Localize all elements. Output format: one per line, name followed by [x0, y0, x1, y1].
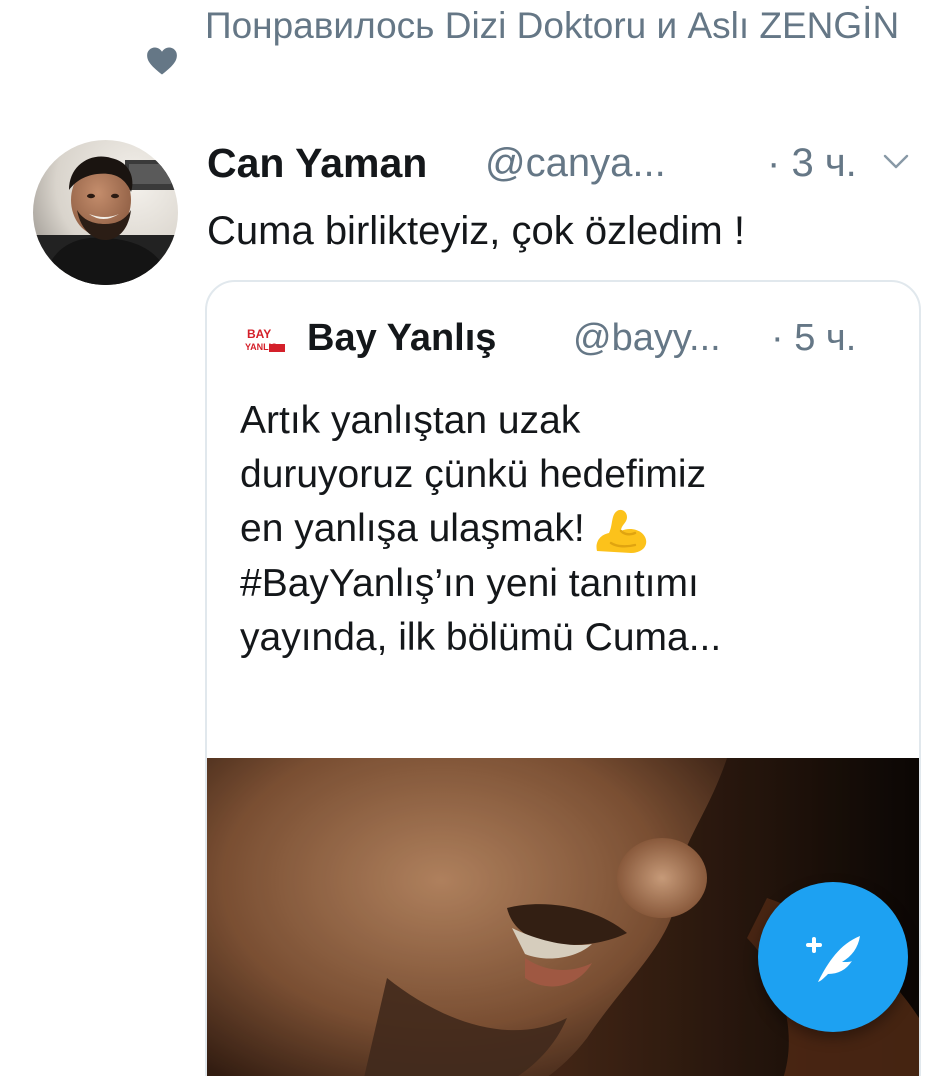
quoted-time-value: 5 ч.: [794, 317, 857, 359]
bay-yanlis-logo: BAY YANLIŞ: [243, 318, 287, 362]
bottom-divider: [0, 1076, 950, 1080]
quoted-time-separator: ·: [771, 317, 784, 359]
flexed-biceps-emoji-icon: [596, 509, 646, 553]
social-context-text[interactable]: Понравилось Dizi Doktoru и Aslı ZENGİN: [205, 2, 935, 50]
quoted-tweet-header: BAY YANLIŞ Bay Yanlış @bayy... · 5 ч.: [243, 310, 903, 366]
time-value: 3 ч.: [791, 141, 857, 185]
quoted-text-line: en yanlışa ulaşmak!: [240, 507, 585, 550]
quoted-author-handle[interactable]: @bayy...: [573, 310, 721, 366]
compose-tweet-icon: [806, 936, 860, 982]
quoted-author-name[interactable]: Bay Yanlış: [307, 310, 496, 366]
tweet-text: Cuma birlikteyiz, çok özledim !: [207, 209, 745, 253]
heart-icon: [147, 47, 177, 75]
compose-tweet-button[interactable]: [758, 882, 908, 1032]
quoted-tweet-time[interactable]: · 5 ч.: [771, 310, 856, 366]
quoted-text-line: Artık yanlıştan uzak: [240, 399, 581, 442]
author-handle[interactable]: @canya...: [485, 136, 666, 190]
chevron-down-icon[interactable]: [883, 154, 909, 170]
quoted-tweet-text: Artık yanlıştan uzak duruyoruz çünkü hed…: [240, 394, 900, 665]
avatar[interactable]: [33, 140, 178, 285]
quoted-text-line-with-emoji: en yanlışa ulaşmak!: [240, 502, 900, 557]
quoted-text-line: duruyoruz çünkü hedefimiz: [240, 453, 707, 496]
tweet-time[interactable]: · 3 ч.: [767, 136, 857, 190]
tweet-header: Can Yaman @canya... · 3 ч.: [207, 136, 927, 192]
timeline: Понравилось Dizi Doktoru и Aslı ZENGİN C…: [0, 0, 950, 1080]
svg-text:BAY: BAY: [247, 327, 271, 341]
quoted-text-line[interactable]: #BayYanlış’ın yeni tanıtımı: [240, 557, 900, 611]
time-separator: ·: [767, 141, 781, 185]
author-name[interactable]: Can Yaman: [207, 136, 427, 190]
quoted-text-line: yayında, ilk bölümü Cuma...: [240, 615, 722, 659]
